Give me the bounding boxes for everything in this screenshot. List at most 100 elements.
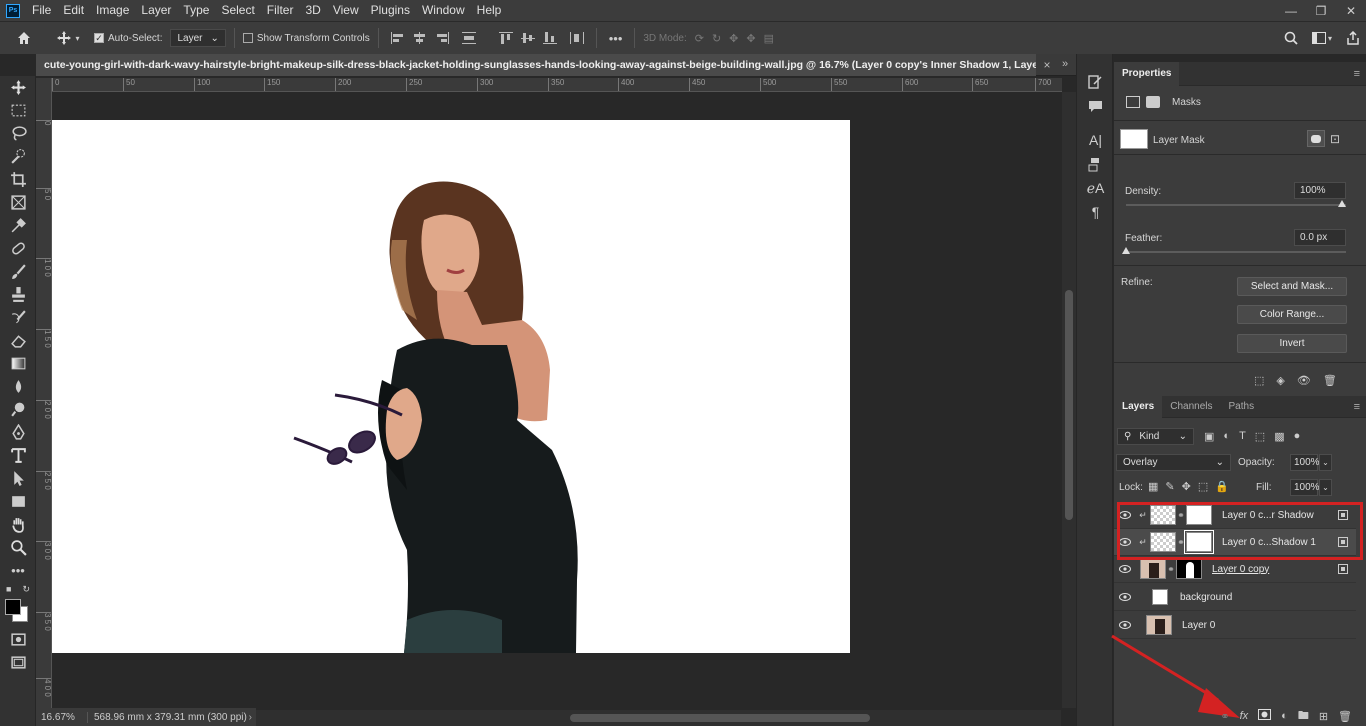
invert-button[interactable]: Invert (1237, 334, 1347, 353)
opacity-field[interactable]: 100% (1290, 454, 1320, 471)
menu-help[interactable]: Help (471, 0, 508, 21)
opacity-chevron-icon[interactable]: ⌄ (1319, 454, 1332, 471)
load-selection-icon[interactable]: ⬚ (1254, 374, 1264, 387)
restore-icon[interactable]: ❐ (1306, 0, 1336, 21)
frame-tool-icon[interactable] (0, 191, 36, 214)
minimize-icon[interactable]: — (1276, 0, 1306, 21)
visibility-eye-icon[interactable] (1114, 621, 1136, 629)
eyedropper-tool-icon[interactable] (0, 214, 36, 237)
comments-panel-icon[interactable] (1077, 94, 1114, 118)
lock-all-icon[interactable]: 🔒 (1215, 480, 1229, 493)
link-layers-icon[interactable]: ⚭ (1220, 710, 1229, 723)
show-transform-checkbox[interactable]: Show Transform Controls (242, 33, 370, 44)
pixel-layer-filter-icon[interactable]: ▣ (1204, 430, 1214, 443)
gradient-tool-icon[interactable] (0, 352, 36, 375)
layer-name[interactable]: Layer 0 copy (1212, 564, 1269, 575)
document-tab[interactable]: cute-young-girl-with-dark-wavy-hairstyle… (36, 53, 1036, 76)
density-slider[interactable] (1126, 204, 1346, 206)
menu-plugins[interactable]: Plugins (365, 0, 416, 21)
move-tool-icon[interactable] (0, 76, 36, 99)
horizontal-scroll-thumb[interactable] (570, 714, 870, 722)
auto-select-dropdown[interactable]: Layer ⌄ (170, 29, 226, 47)
vertical-scroll-thumb[interactable] (1065, 290, 1073, 520)
fx-icon[interactable]: fx (1240, 710, 1249, 722)
menu-view[interactable]: View (327, 0, 365, 21)
zoom-level[interactable]: 16.67% (36, 711, 88, 723)
eraser-tool-icon[interactable] (0, 329, 36, 352)
3d-scale-icon[interactable]: ▤ (764, 32, 774, 45)
move-tool-preset-icon[interactable]: ▾ (48, 26, 88, 50)
brush-tool-icon[interactable] (0, 260, 36, 283)
select-and-mask-button[interactable]: Select and Mask... (1237, 277, 1347, 296)
menu-file[interactable]: File (26, 0, 57, 21)
blend-mode-dropdown[interactable]: Overlay ⌄ (1116, 454, 1231, 471)
tab-properties[interactable]: Properties (1114, 61, 1180, 86)
workspace-icon[interactable]: ▾ (1304, 26, 1340, 50)
character-style-icon[interactable]: ℯA (1077, 176, 1114, 200)
tab-paths[interactable]: Paths (1221, 396, 1263, 418)
rectangle-tool-icon[interactable] (0, 490, 36, 513)
quick-selection-tool-icon[interactable] (0, 145, 36, 168)
color-range-button[interactable]: Color Range... (1237, 305, 1347, 324)
edit-toolbar-icon[interactable]: ••• (0, 559, 36, 582)
layer-mask-thumbnail[interactable] (1120, 129, 1148, 149)
lock-artboard-icon[interactable]: ⬚ (1198, 480, 1208, 493)
shape-layer-filter-icon[interactable]: ⬚ (1255, 430, 1265, 443)
type-tool-icon[interactable] (0, 444, 36, 467)
filter-toggle-icon[interactable]: ● (1294, 430, 1301, 443)
collapse-panels-icon[interactable]: » (1062, 58, 1068, 70)
apply-vector-mask-icon[interactable]: ⊡ (1330, 132, 1340, 146)
feather-slider[interactable] (1126, 251, 1346, 253)
visibility-eye-icon[interactable] (1114, 565, 1136, 573)
swap-colors-icon[interactable]: ■ ↻ (0, 582, 36, 596)
3d-slide-icon[interactable]: ✥ (746, 32, 755, 45)
fill-field[interactable]: 100% (1290, 479, 1320, 496)
lock-transparent-icon[interactable]: ▦ (1148, 480, 1158, 493)
visibility-eye-icon[interactable] (1114, 593, 1136, 601)
document-canvas[interactable] (52, 120, 850, 653)
menu-edit[interactable]: Edit (57, 0, 90, 21)
pen-tool-icon[interactable] (0, 421, 36, 444)
close-document-icon[interactable]: × (1036, 58, 1058, 72)
tab-channels[interactable]: Channels (1162, 396, 1220, 418)
align-center-icon[interactable] (412, 31, 428, 45)
align-left-icon[interactable] (390, 31, 406, 45)
menu-3d[interactable]: 3D (299, 0, 326, 21)
menu-select[interactable]: Select (215, 0, 260, 21)
layer-row[interactable]: background (1114, 584, 1356, 611)
path-selection-tool-icon[interactable] (0, 467, 36, 490)
home-icon[interactable] (0, 26, 48, 50)
layer-name[interactable]: Layer 0 (1182, 620, 1215, 631)
distribute-icon[interactable] (461, 31, 477, 45)
foreground-color-swatch[interactable] (5, 599, 21, 615)
share-icon[interactable] (1340, 26, 1366, 50)
smart-object-filter-icon[interactable]: ▩ (1274, 430, 1284, 443)
new-group-icon[interactable]: 🖿 (1298, 707, 1309, 726)
delete-mask-icon[interactable]: 🗑 (1323, 374, 1337, 387)
search-icon[interactable] (1278, 26, 1304, 50)
lock-image-icon[interactable]: ✎ (1165, 480, 1174, 493)
blur-tool-icon[interactable] (0, 375, 36, 398)
panel-menu-icon[interactable]: ≡ (1354, 68, 1360, 80)
density-slider-knob[interactable] (1338, 200, 1346, 207)
dodge-tool-icon[interactable] (0, 398, 36, 421)
history-brush-tool-icon[interactable] (0, 306, 36, 329)
vector-mask-icon[interactable] (1146, 96, 1160, 108)
align-right-icon[interactable] (434, 31, 450, 45)
pixel-mask-icon[interactable] (1126, 96, 1140, 108)
status-menu-icon[interactable]: › (249, 712, 256, 723)
adjustment-layer-icon[interactable]: ◐ (1281, 710, 1288, 722)
3d-orbit-icon[interactable]: ⟳ (695, 32, 704, 45)
align-middle-icon[interactable] (520, 31, 536, 45)
menu-filter[interactable]: Filter (261, 0, 300, 21)
paragraph-style-icon[interactable] (1077, 152, 1114, 176)
character-panel-icon[interactable]: A| (1077, 128, 1114, 152)
3d-pan-icon[interactable]: ✥ (729, 32, 738, 45)
adjustment-layer-filter-icon[interactable]: ◐ (1223, 430, 1230, 443)
layer-name[interactable]: background (1180, 592, 1232, 603)
menu-type[interactable]: Type (177, 0, 215, 21)
align-top-icon[interactable] (498, 31, 514, 45)
layer-mask-thumbnail[interactable] (1176, 559, 1202, 579)
marquee-tool-icon[interactable] (0, 99, 36, 122)
more-options-button[interactable]: ••• (609, 31, 623, 46)
